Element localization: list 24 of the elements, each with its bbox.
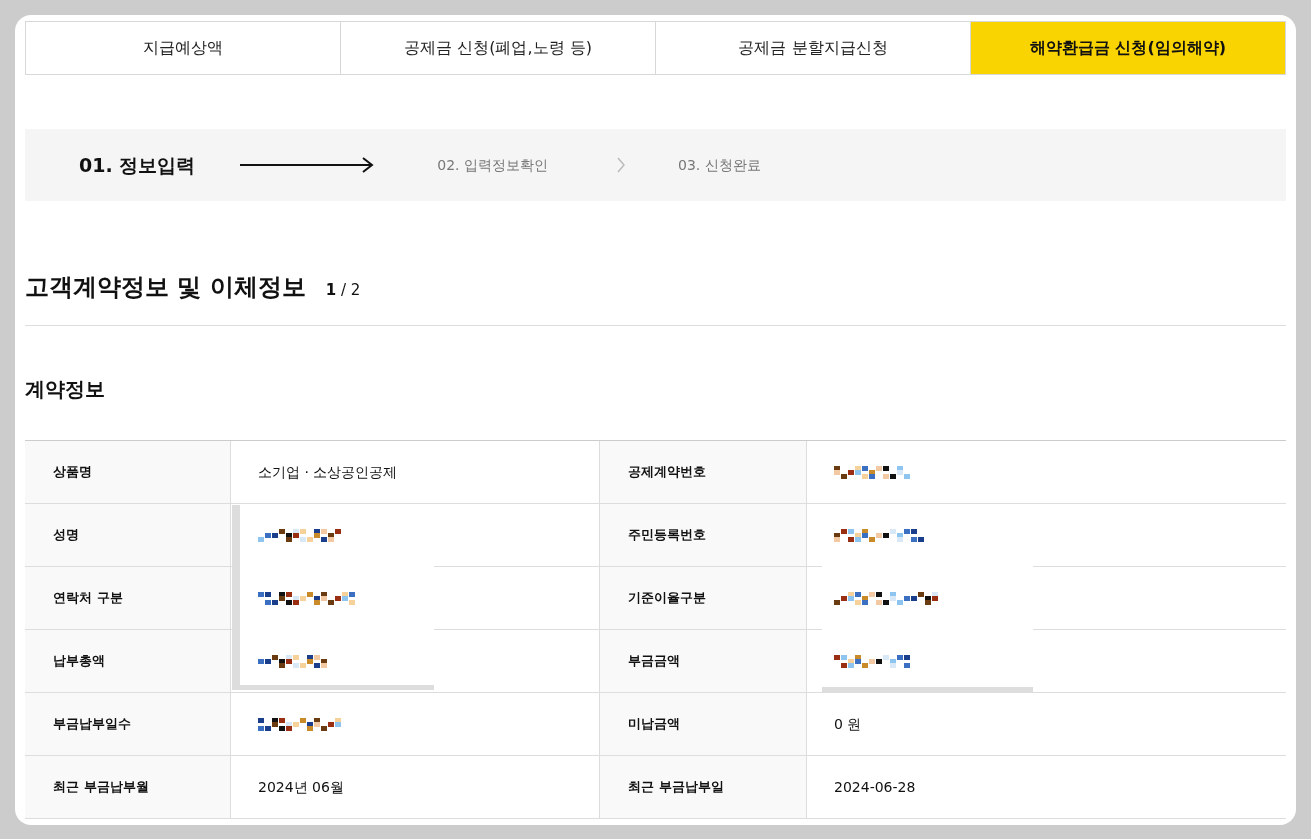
subsection-title: 계약정보: [25, 376, 106, 403]
chevron-icon: [616, 157, 626, 173]
field-label: 최근 부금납부일: [600, 756, 807, 818]
step-label: 01. 정보입력: [79, 152, 196, 178]
field-label: 부금납부일수: [25, 693, 231, 755]
step-label: 02. 입력정보확인: [437, 155, 548, 175]
field-label: 공제계약번호: [600, 441, 807, 503]
arrow-icon: [239, 155, 376, 175]
field-label: 미납금액: [600, 693, 807, 755]
field-label: 주민등록번호: [600, 504, 807, 566]
field-value: 2024-06-28: [833, 777, 917, 797]
field-value: 0 원: [833, 714, 863, 734]
field-label: 최근 부금납부월: [25, 756, 231, 818]
page-current: 1: [325, 281, 337, 299]
section-title: 고객계약정보 및 이체정보: [25, 272, 306, 303]
field-label: 연락처 구분: [25, 567, 231, 629]
field-label: 부금금액: [600, 630, 807, 692]
page-total: / 2: [340, 281, 361, 299]
field-label: 성명: [25, 504, 231, 566]
field-label: 기준이율구분: [600, 567, 807, 629]
field-label: 상품명: [25, 441, 231, 503]
step-label: 03. 신청완료: [678, 155, 761, 175]
field-label: 납부총액: [25, 630, 231, 692]
tab[interactable]: 해약환급금 신청(임의해약): [971, 22, 1285, 74]
